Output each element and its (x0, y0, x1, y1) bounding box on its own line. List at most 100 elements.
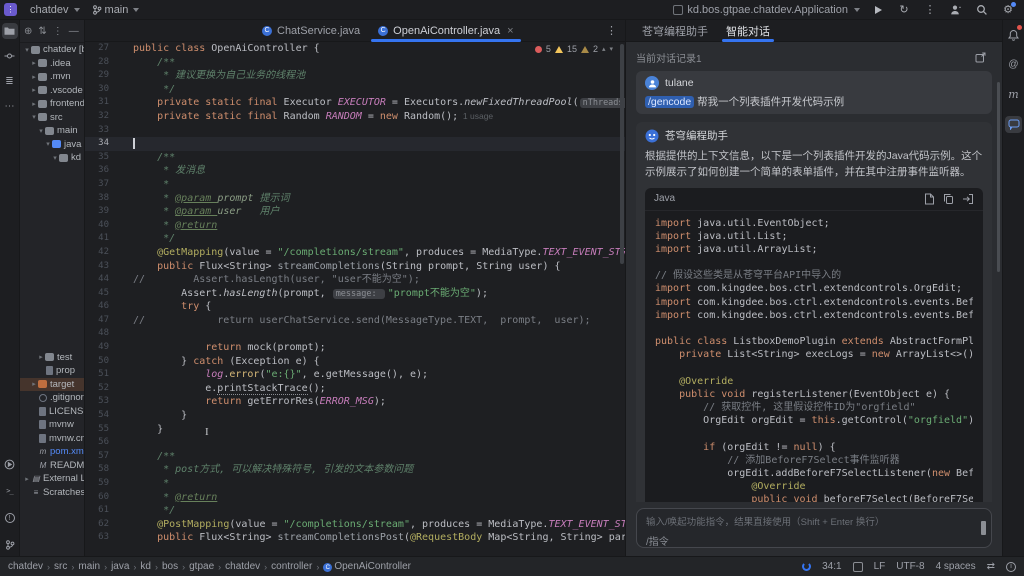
run-config-selector[interactable]: kd.bos.gtpae.chatdev.Application (673, 4, 860, 16)
problems-tool-button[interactable]: ! (2, 510, 18, 526)
rerun-button[interactable]: ↻ (896, 2, 912, 18)
breadcrumb-item[interactable]: gtpae (189, 561, 214, 572)
tree-item-main[interactable]: ▾main (20, 124, 84, 138)
tree-item--mvn[interactable]: ▸.mvn (20, 70, 84, 84)
tree-item-external-libraries[interactable]: ▸▤External Libraries (20, 472, 84, 486)
tree-item-frontend[interactable]: ▸frontend (20, 97, 84, 111)
tab-options-icon[interactable]: ⋮ (606, 24, 617, 37)
code-with-me-button[interactable] (948, 2, 964, 18)
input-scroll-thumb[interactable] (981, 521, 986, 535)
tree-chevron-icon[interactable]: ▾ (51, 154, 59, 162)
breadcrumb-item[interactable]: chatdev (8, 561, 43, 572)
chat-tool-button[interactable] (1005, 116, 1022, 133)
commit-icon (4, 51, 15, 61)
file-encoding[interactable]: UTF-8 (896, 561, 924, 572)
search-button[interactable] (974, 2, 990, 18)
copy-icon[interactable] (943, 193, 954, 205)
tree-chevron-icon[interactable]: ▸ (30, 73, 38, 81)
editor-layout-icon[interactable]: ⇄ (987, 561, 995, 572)
tab-coding-assistant[interactable]: 苍穹编程助手 (634, 20, 716, 41)
code-block-header: Java (645, 188, 983, 211)
tree-chevron-icon[interactable]: ▸ (23, 475, 31, 483)
tree-item-target[interactable]: ▸target (20, 378, 84, 392)
assistant-code-line: public void registerListener(EventObject… (655, 388, 973, 401)
services-tool-button[interactable] (2, 456, 18, 472)
maven-tool-button[interactable]: m (1005, 86, 1022, 103)
breadcrumb-item[interactable]: bos (162, 561, 178, 572)
breadcrumb-item[interactable]: java (111, 561, 129, 572)
commit-tool-button[interactable] (2, 48, 18, 64)
tree-item-mvnw-cmd[interactable]: mvnw.cmd (20, 432, 84, 446)
app-logo-icon[interactable]: ⋮ (4, 3, 17, 16)
indent-setting[interactable]: 4 spaces (936, 561, 976, 572)
tree-item-java[interactable]: ▾java (20, 138, 84, 152)
tree-chevron-icon[interactable]: ▾ (23, 46, 31, 54)
next-problem-icon[interactable]: ▾ (609, 45, 613, 53)
tree-chevron-icon[interactable]: ▸ (30, 86, 38, 94)
project-tool-button[interactable] (2, 23, 18, 39)
tree-chevron-icon[interactable]: ▸ (30, 380, 38, 388)
structure-tool-button[interactable]: ≣ (2, 73, 18, 89)
tab-chatservice[interactable]: C ChatService.java (253, 20, 369, 41)
project-selector[interactable]: chatdev (24, 1, 86, 19)
hide-panel-icon[interactable]: — (69, 26, 79, 37)
ai-assistant-tool-button[interactable]: @ (1005, 56, 1022, 73)
chat-input[interactable]: 输入/唤起功能指令，结果直接使用（Shift + Enter 换行） /指令 (636, 508, 992, 548)
tree-item-kd[interactable]: ▾kd (20, 151, 84, 165)
assistant-avatar (645, 129, 659, 143)
tree-chevron-icon[interactable]: ▾ (30, 113, 38, 121)
tree-item--gitignore[interactable]: .gitignore (20, 391, 84, 405)
tree-item-pom-xml[interactable]: mpom.xml (20, 445, 84, 459)
tree-item-mvnw[interactable]: mvnw (20, 418, 84, 432)
readonly-toggle-icon[interactable] (853, 562, 863, 572)
tab-openaicontroller[interactable]: C OpenAiController.java × (369, 20, 522, 41)
tree-chevron-icon[interactable]: ▾ (37, 127, 45, 135)
notifications-icon[interactable]: i (1006, 562, 1016, 572)
inspections-widget[interactable]: 5 15 2 ▴ ▾ (535, 44, 613, 54)
code-editor[interactable]: 27public class OpenAiController {28 /**2… (85, 42, 625, 556)
notifications-button[interactable] (1005, 26, 1022, 43)
editor-scrollbar[interactable] (620, 44, 624, 264)
breadcrumb-item[interactable]: controller (271, 561, 312, 572)
tree-item--vscode[interactable]: ▸.vscode (20, 84, 84, 98)
insert-code-icon[interactable] (962, 193, 974, 205)
settings-button[interactable]: ⚙ (1000, 2, 1016, 18)
expand-collapse-icon[interactable]: ⇅ (38, 26, 46, 37)
tree-item-scratches-and-consoles[interactable]: ≡Scratches and Consoles (20, 486, 84, 500)
close-tab-icon[interactable]: × (507, 25, 513, 37)
tree-chevron-icon[interactable]: ▾ (44, 140, 52, 148)
breadcrumb-item[interactable]: src (54, 561, 67, 572)
tree-item-test[interactable]: ▸test (20, 351, 84, 365)
breadcrumb-item[interactable]: COpenAiController (323, 561, 411, 573)
assistant-code[interactable]: import java.util.EventObject;import java… (645, 211, 983, 502)
tree-item-label: .gitignore (50, 392, 84, 403)
breadcrumb-item[interactable]: main (78, 561, 100, 572)
tree-item-prop[interactable]: prop (20, 364, 84, 378)
assistant-conversation: 当前对话记录1 tulane /gencode 帮我一个列表插件开发代码示 (626, 42, 1002, 502)
breadcrumb-item[interactable]: chatdev (225, 561, 260, 572)
more-actions-button[interactable]: ⋮ (922, 2, 938, 18)
tree-item-chatdev-b[interactable]: ▾chatdev [b (20, 43, 84, 57)
tree-chevron-icon[interactable]: ▸ (30, 59, 38, 67)
tree-item-src[interactable]: ▾src (20, 111, 84, 125)
line-separator[interactable]: LF (874, 561, 886, 572)
version-control-tool-button[interactable] (2, 537, 18, 553)
tree-chevron-icon[interactable]: ▸ (30, 100, 38, 108)
prev-problem-icon[interactable]: ▴ (602, 45, 606, 53)
terminal-tool-button[interactable]: >_ (2, 483, 18, 499)
assistant-scrollbar[interactable] (997, 82, 1000, 272)
run-button[interactable] (870, 2, 886, 18)
more-tool-windows-button[interactable]: ⋯ (2, 98, 18, 114)
tree-item-license[interactable]: LICENSE (20, 405, 84, 419)
open-in-window-icon[interactable] (975, 52, 986, 63)
tree-item--idea[interactable]: ▸.idea (20, 57, 84, 71)
panel-options-icon[interactable]: ⋮ (53, 26, 63, 37)
breadcrumb-item[interactable]: kd (140, 561, 151, 572)
branch-selector[interactable]: main (86, 1, 146, 19)
locate-file-icon[interactable]: ⊕ (24, 26, 32, 37)
new-file-icon[interactable] (924, 193, 935, 205)
tree-item-readme-md[interactable]: MREADME.md (20, 459, 84, 473)
tab-smart-chat[interactable]: 智能对话 (718, 20, 778, 41)
tree-chevron-icon[interactable]: ▸ (37, 353, 45, 361)
caret-position[interactable]: 34:1 (822, 561, 841, 572)
